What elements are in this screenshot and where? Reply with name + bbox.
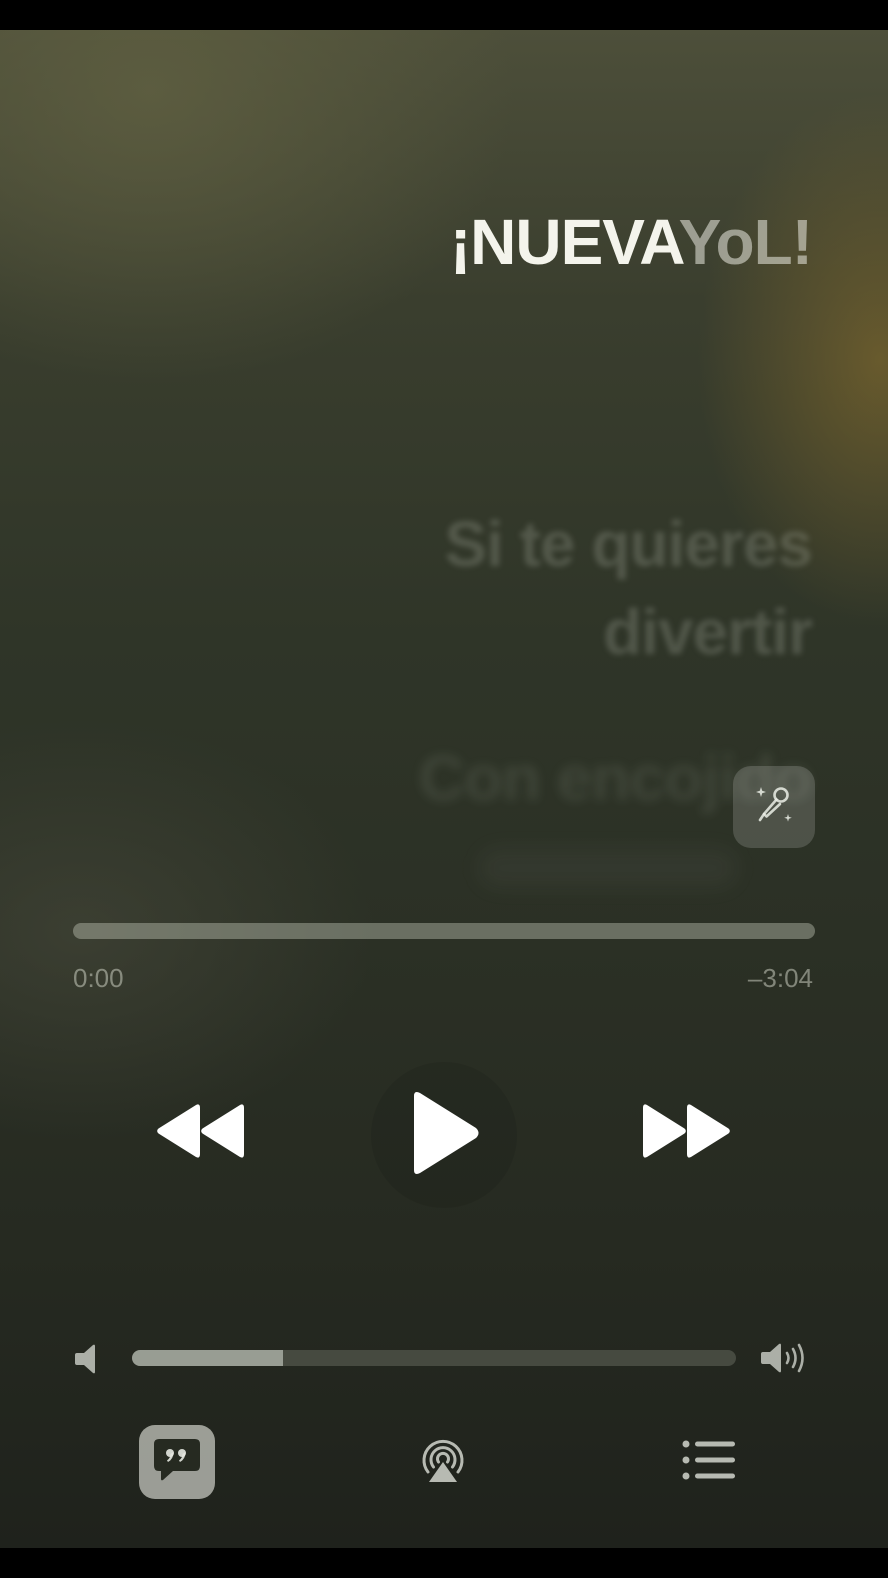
airplay-button[interactable] [415, 1434, 471, 1490]
volume-level-fill [132, 1350, 283, 1366]
elapsed-time: 0:00 [73, 963, 124, 993]
lyric-line-next[interactable]: Si te quieres divertir [372, 500, 813, 676]
lyric-line-current[interactable]: ¡NUEVAYoL! [449, 205, 813, 279]
rewind-button[interactable] [150, 1098, 250, 1168]
lyric-sung-part: ¡NUEVA [449, 206, 680, 278]
top-letterbox [0, 0, 888, 30]
microphone-sparkles-icon [750, 781, 798, 834]
airplay-icon [415, 1432, 471, 1493]
remaining-time: –3:04 [747, 963, 813, 993]
fast-forward-button[interactable] [637, 1098, 737, 1168]
fast-forward-icon [639, 1101, 735, 1166]
speaker-low-icon [73, 1342, 105, 1376]
lyric-line-faint [478, 848, 738, 888]
sing-button[interactable] [733, 766, 815, 848]
volume-slider[interactable] [132, 1350, 736, 1366]
lyric-unsung-part: YoL! [678, 206, 813, 278]
play-button[interactable] [371, 1062, 517, 1208]
queue-button[interactable] [682, 1440, 736, 1484]
bottom-letterbox [0, 1548, 888, 1578]
speaker-high-icon [760, 1340, 810, 1376]
playback-scrubber[interactable] [73, 923, 815, 939]
lyrics-quote-bubble-icon [151, 1435, 203, 1490]
now-playing-screen: ¡NUEVAYoL! Si te quieres divertir Con en… [0, 30, 888, 1548]
play-icon [406, 1090, 482, 1181]
rewind-icon [152, 1101, 248, 1166]
queue-list-icon [682, 1438, 736, 1487]
lyrics-button[interactable] [139, 1425, 215, 1499]
